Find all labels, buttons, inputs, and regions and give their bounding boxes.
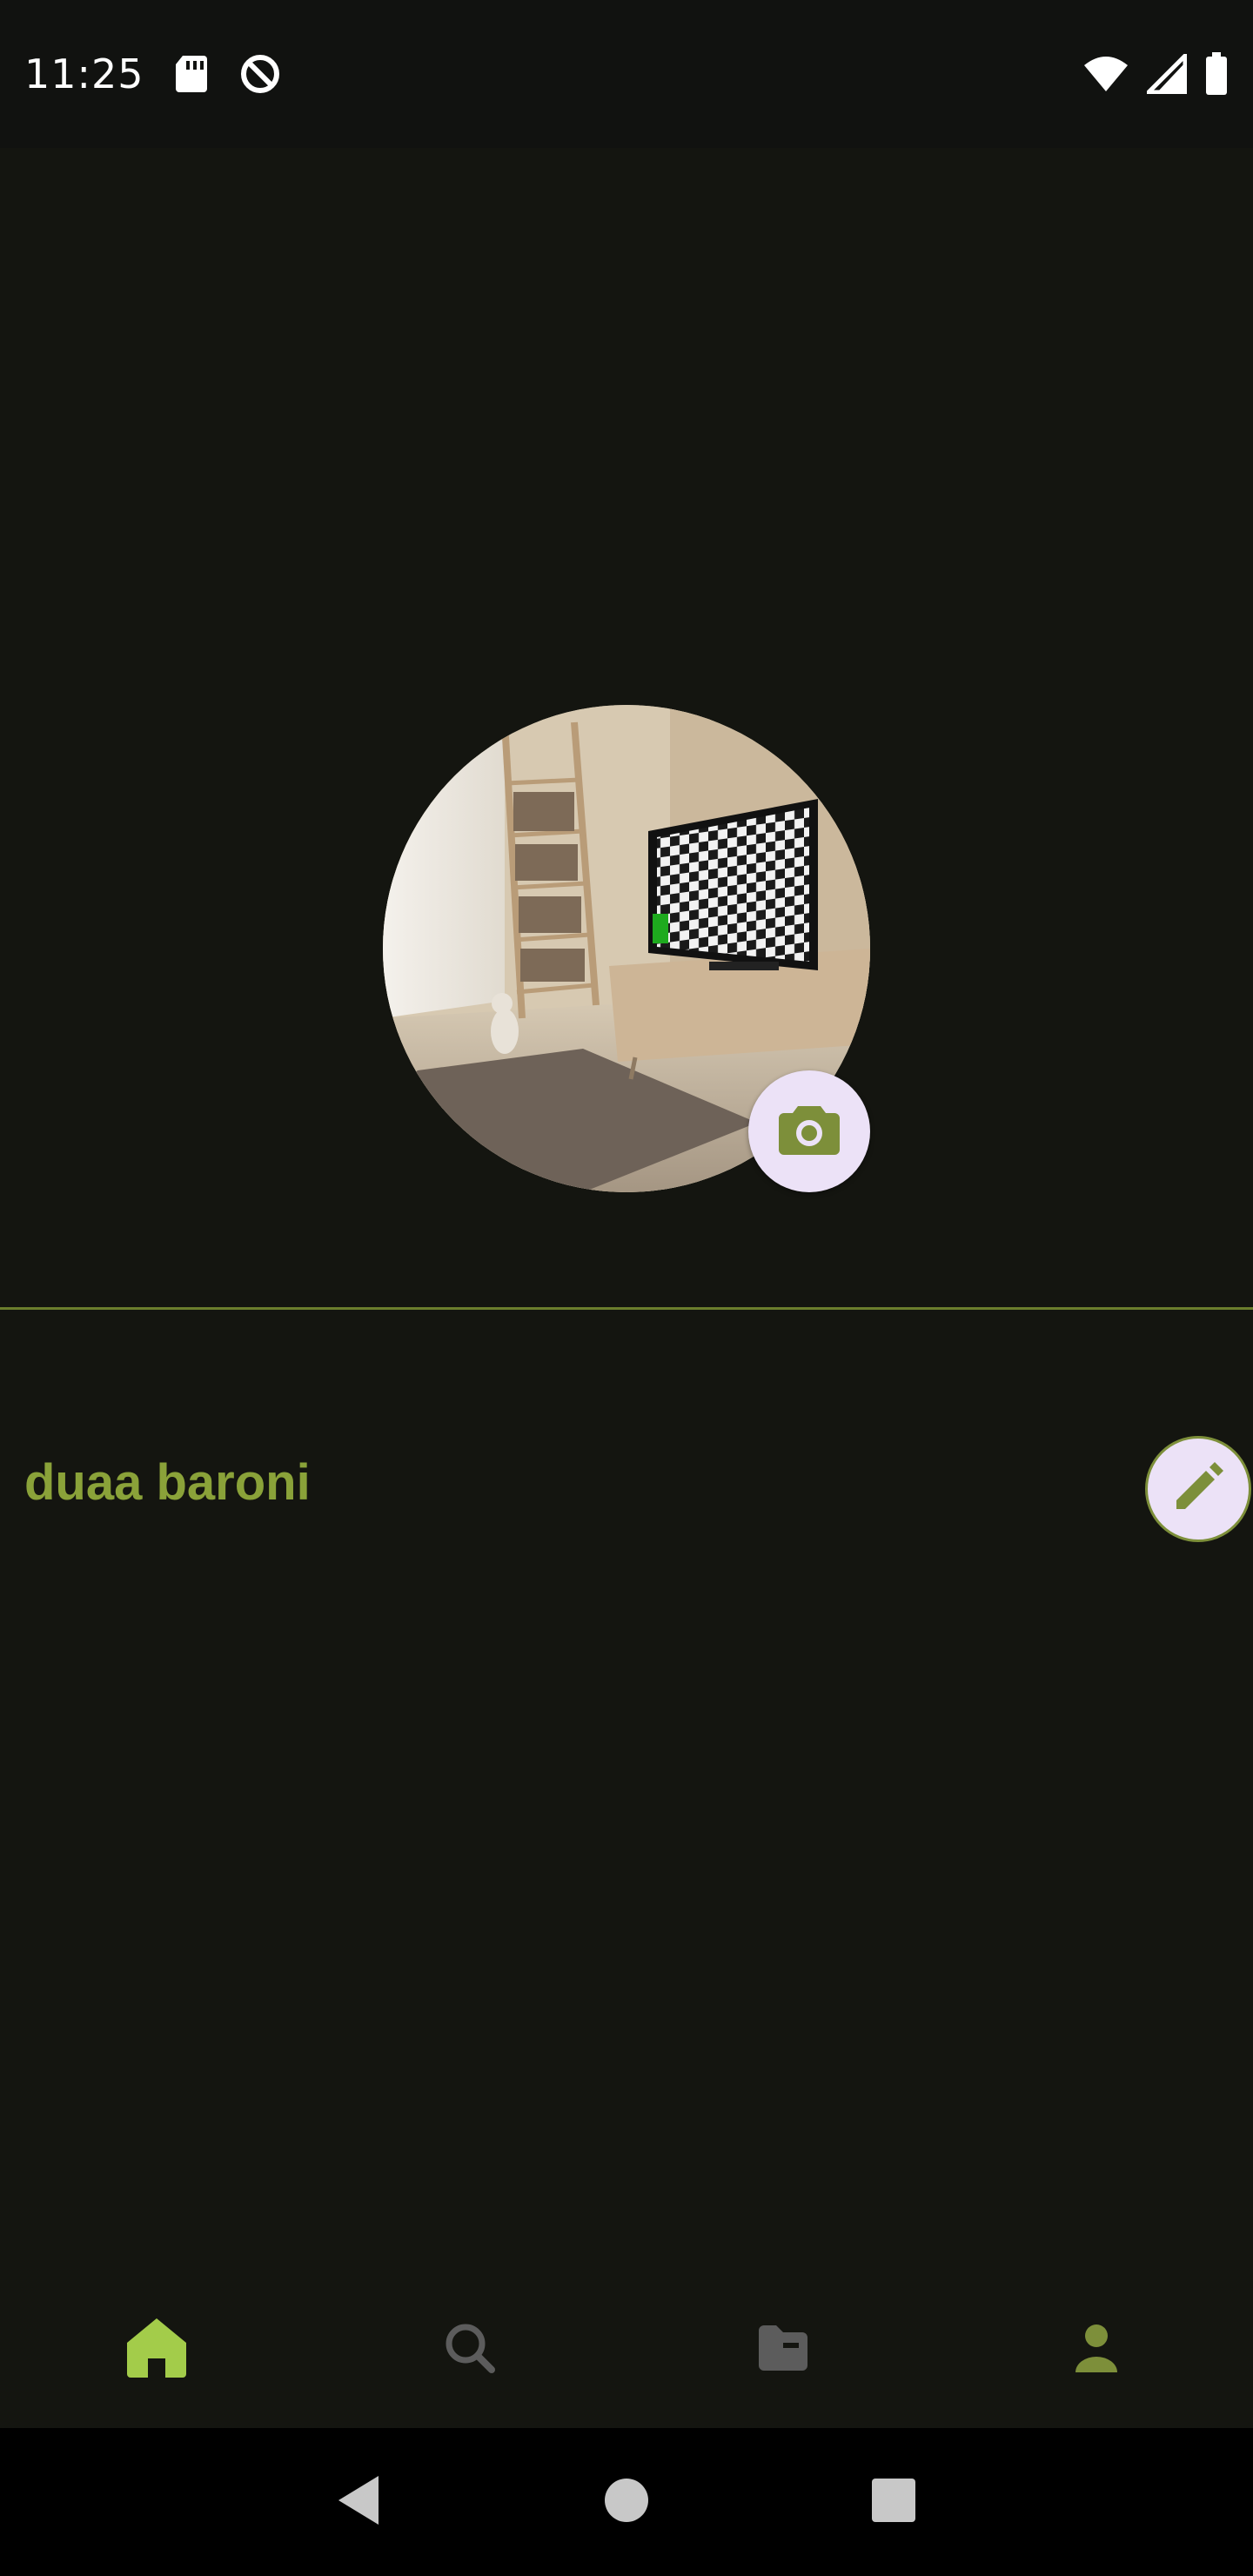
folder-icon	[757, 2324, 809, 2376]
edit-name-button[interactable]	[1145, 1436, 1251, 1542]
profile-screen: duaa baroni	[0, 148, 1253, 2428]
nav-item-profile[interactable]	[1018, 2280, 1175, 2419]
status-bar: 11:25	[0, 0, 1253, 148]
sd-card-icon	[174, 54, 209, 94]
home-system-button[interactable]	[574, 2450, 679, 2554]
person-icon	[1072, 2322, 1121, 2378]
status-time: 11:25	[24, 50, 144, 97]
system-navigation-bar	[0, 2428, 1253, 2576]
change-photo-button[interactable]	[748, 1070, 870, 1192]
status-right	[1082, 52, 1229, 96]
pencil-icon	[1171, 1460, 1225, 1518]
home-icon	[124, 2315, 190, 2385]
recents-icon	[870, 2477, 917, 2527]
recents-button[interactable]	[841, 2450, 946, 2554]
search-icon	[444, 2322, 496, 2378]
home-circle-icon	[603, 2477, 650, 2527]
nav-item-search[interactable]	[392, 2280, 548, 2419]
cell-signal-icon	[1147, 54, 1187, 94]
back-icon	[335, 2474, 384, 2530]
wifi-icon	[1082, 55, 1129, 93]
user-name: duaa baroni	[24, 1454, 311, 1511]
do-not-disturb-icon	[238, 52, 282, 96]
avatar-container	[383, 705, 870, 1192]
camera-icon	[777, 1103, 841, 1160]
section-divider	[0, 1307, 1253, 1310]
nav-item-home[interactable]	[78, 2280, 235, 2419]
back-button[interactable]	[307, 2450, 412, 2554]
nav-item-files[interactable]	[705, 2280, 861, 2419]
status-left: 11:25	[24, 50, 282, 97]
bottom-navigation	[0, 2271, 1253, 2428]
battery-icon	[1204, 52, 1229, 96]
